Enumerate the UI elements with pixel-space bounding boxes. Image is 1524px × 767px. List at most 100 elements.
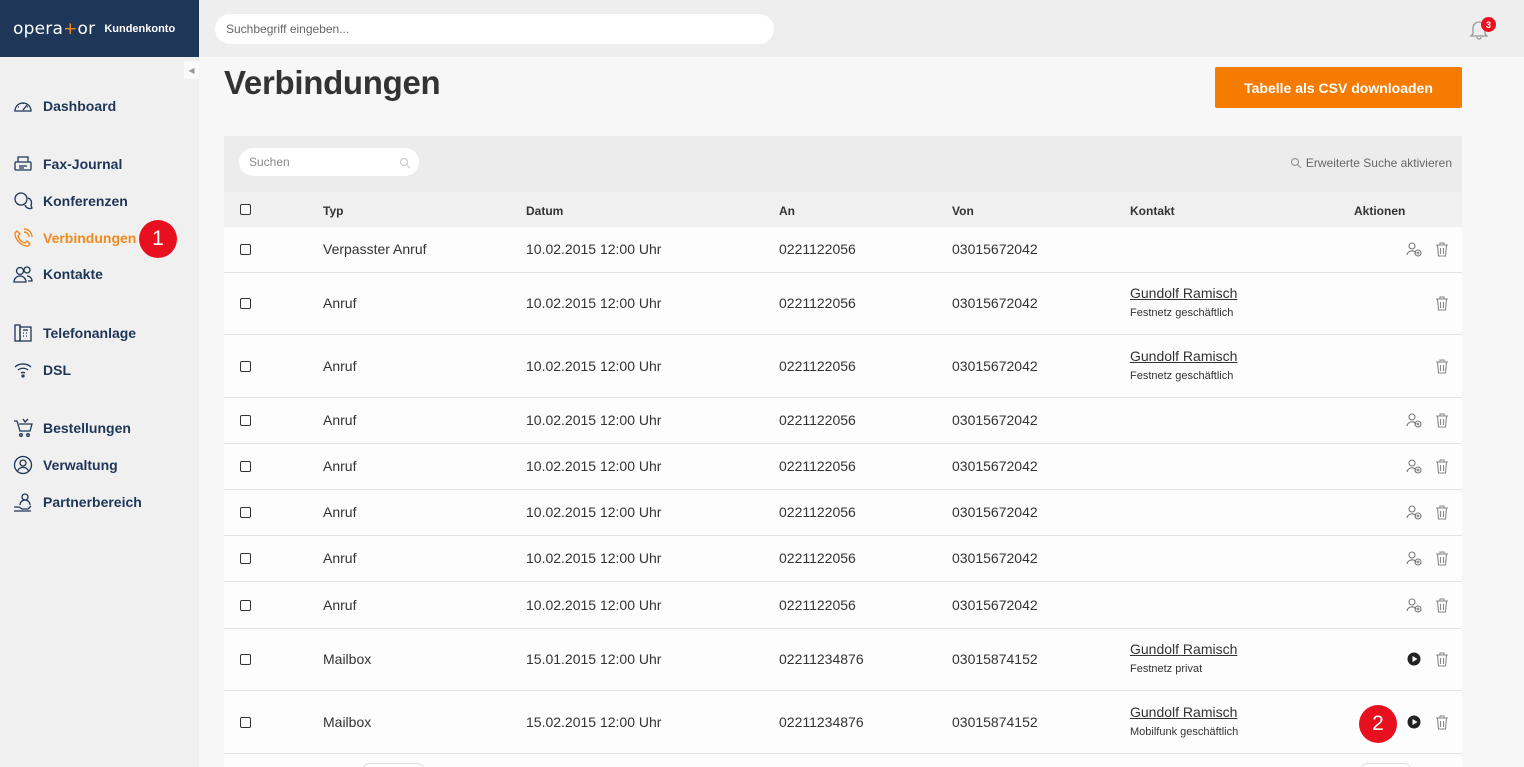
add-contact-icon[interactable] (1406, 458, 1422, 474)
sidebar-item-telefonanlage[interactable]: Telefonanlage (12, 322, 136, 344)
cell-datum: 10.02.2015 12:00 Uhr (526, 241, 662, 257)
cell-an: 0221122056 (779, 597, 856, 613)
column-header-datum[interactable]: Datum (526, 204, 563, 218)
search-icon (1290, 157, 1302, 169)
sidebar-item-label: Dashboard (43, 98, 117, 114)
table-row[interactable]: Anruf 10.02.2015 12:00 Uhr 0221122056 03015… (224, 273, 1462, 335)
cart-icon (12, 417, 34, 439)
table-row[interactable]: Anruf 10.02.2015 12:00 Uhr 0221122056 03015… (224, 582, 1462, 629)
add-contact-icon[interactable] (1406, 241, 1422, 257)
cell-von: 03015672042 (952, 597, 1038, 613)
row-checkbox[interactable] (240, 553, 251, 564)
search-icon[interactable] (399, 156, 411, 169)
sidebar-item-label: DSL (43, 362, 71, 378)
row-checkbox[interactable] (240, 600, 251, 611)
collapse-sidebar-icon[interactable]: ◀ (184, 61, 199, 79)
cell-an: 0221122056 (779, 412, 856, 428)
cell-typ: Anruf (323, 412, 357, 428)
column-header-typ[interactable]: Typ (323, 204, 343, 218)
row-checkbox[interactable] (240, 461, 251, 472)
cell-an: 02211234876 (779, 714, 864, 730)
csv-download-button[interactable]: Tabelle als CSV downloaden (1215, 67, 1462, 108)
row-checkbox[interactable] (240, 507, 251, 518)
cell-von: 03015672042 (952, 295, 1038, 311)
contact-link[interactable]: Gundolf Ramisch (1130, 285, 1237, 301)
table-row[interactable]: Anruf 10.02.2015 12:00 Uhr 0221122056 03015… (224, 398, 1462, 444)
column-header-an[interactable]: An (779, 204, 795, 218)
column-header-aktionen: Aktionen (1354, 204, 1406, 218)
cell-typ: Mailbox (323, 651, 372, 667)
trash-icon[interactable] (1434, 458, 1450, 474)
trash-icon[interactable] (1434, 358, 1450, 374)
brand-header[interactable]: opera+or Kundenkonto (0, 0, 199, 57)
cell-von: 03015672042 (952, 504, 1038, 520)
trash-icon[interactable] (1434, 550, 1450, 566)
cell-datum: 10.02.2015 12:00 Uhr (526, 458, 662, 474)
fax-icon (12, 153, 34, 175)
global-search-input[interactable] (215, 14, 774, 44)
add-contact-icon[interactable] (1406, 597, 1422, 613)
sidebar-item-dsl[interactable]: DSL (12, 359, 71, 381)
table-filter-bar: Erweiterte Suche aktivieren (224, 136, 1462, 192)
advanced-search-link[interactable]: Erweiterte Suche aktivieren (1290, 156, 1452, 170)
speedometer-icon (12, 95, 34, 117)
sidebar-item-fax-journal[interactable]: Fax-Journal (12, 153, 122, 175)
user-circle-icon (12, 454, 34, 476)
row-checkbox[interactable] (240, 717, 251, 728)
top-bar: 3 (199, 0, 1524, 57)
sidebar-item-label: Partnerbereich (43, 494, 142, 510)
table-row[interactable]: Anruf 10.02.2015 12:00 Uhr 0221122056 03015… (224, 536, 1462, 582)
row-checkbox[interactable] (240, 654, 251, 665)
column-header-von[interactable]: Von (952, 204, 974, 218)
trash-icon[interactable] (1434, 504, 1450, 520)
cell-an: 02211234876 (779, 651, 864, 667)
select-all-checkbox[interactable] (240, 204, 251, 215)
trash-icon[interactable] (1434, 295, 1450, 311)
cell-an: 0221122056 (779, 458, 856, 474)
table-row[interactable]: Mailbox 15.01.2015 12:00 Uhr 02211234876 03… (224, 629, 1462, 691)
page-title: Verbindungen (224, 64, 441, 101)
sidebar-item-partnerbereich[interactable]: Partnerbereich (12, 491, 142, 513)
row-checkbox[interactable] (240, 298, 251, 309)
trash-icon[interactable] (1434, 597, 1450, 613)
sidebar-item-konferenzen[interactable]: Konferenzen (12, 190, 128, 212)
table-row[interactable]: Anruf 10.02.2015 12:00 Uhr 0221122056 03015… (224, 444, 1462, 490)
table-row[interactable]: Anruf 10.02.2015 12:00 Uhr 0221122056 03015… (224, 335, 1462, 398)
sidebar-item-bestellungen[interactable]: Bestellungen (12, 417, 131, 439)
cell-typ: Anruf (323, 597, 357, 613)
cell-von: 03015874152 (952, 651, 1038, 667)
add-contact-icon[interactable] (1406, 550, 1422, 566)
row-checkbox[interactable] (240, 415, 251, 426)
play-icon[interactable] (1406, 714, 1422, 730)
add-contact-icon[interactable] (1406, 504, 1422, 520)
sidebar-item-verbindungen[interactable]: Verbindungen (12, 227, 136, 249)
table-search-input[interactable] (239, 148, 419, 176)
trash-icon[interactable] (1434, 651, 1450, 667)
sidebar-item-dashboard[interactable]: Dashboard (12, 95, 116, 117)
table-row[interactable]: Anruf 10.02.2015 12:00 Uhr 0221122056 03015… (224, 490, 1462, 536)
contact-link[interactable]: Gundolf Ramisch (1130, 641, 1237, 657)
play-icon[interactable] (1406, 651, 1422, 667)
row-checkbox[interactable] (240, 244, 251, 255)
contact-link[interactable]: Gundolf Ramisch (1130, 348, 1237, 364)
cell-von: 03015672042 (952, 550, 1038, 566)
table-row[interactable]: Mailbox 15.02.2015 12:00 Uhr 02211234876 03… (224, 691, 1462, 754)
row-checkbox[interactable] (240, 361, 251, 372)
partner-icon (12, 491, 34, 513)
sidebar-item-kontakte[interactable]: Kontakte (12, 263, 103, 285)
cell-an: 0221122056 (779, 504, 856, 520)
cell-typ: Verpasster Anruf (323, 241, 427, 257)
cell-typ: Anruf (323, 358, 357, 374)
contact-link[interactable]: Gundolf Ramisch (1130, 704, 1237, 720)
cell-an: 0221122056 (779, 358, 856, 374)
trash-icon[interactable] (1434, 241, 1450, 257)
trash-icon[interactable] (1434, 714, 1450, 730)
column-header-kontakt[interactable]: Kontakt (1130, 204, 1175, 218)
contact-number-type: Festnetz geschäftlich (1130, 307, 1234, 319)
sidebar-item-verwaltung[interactable]: Verwaltung (12, 454, 118, 476)
trash-icon[interactable] (1434, 412, 1450, 428)
annotation-marker-1: 1 (139, 220, 177, 258)
add-contact-icon[interactable] (1406, 412, 1422, 428)
table-row[interactable]: Verpasster Anruf 10.02.2015 12:00 Uhr 0221… (224, 227, 1462, 273)
sidebar-item-label: Fax-Journal (43, 156, 123, 172)
